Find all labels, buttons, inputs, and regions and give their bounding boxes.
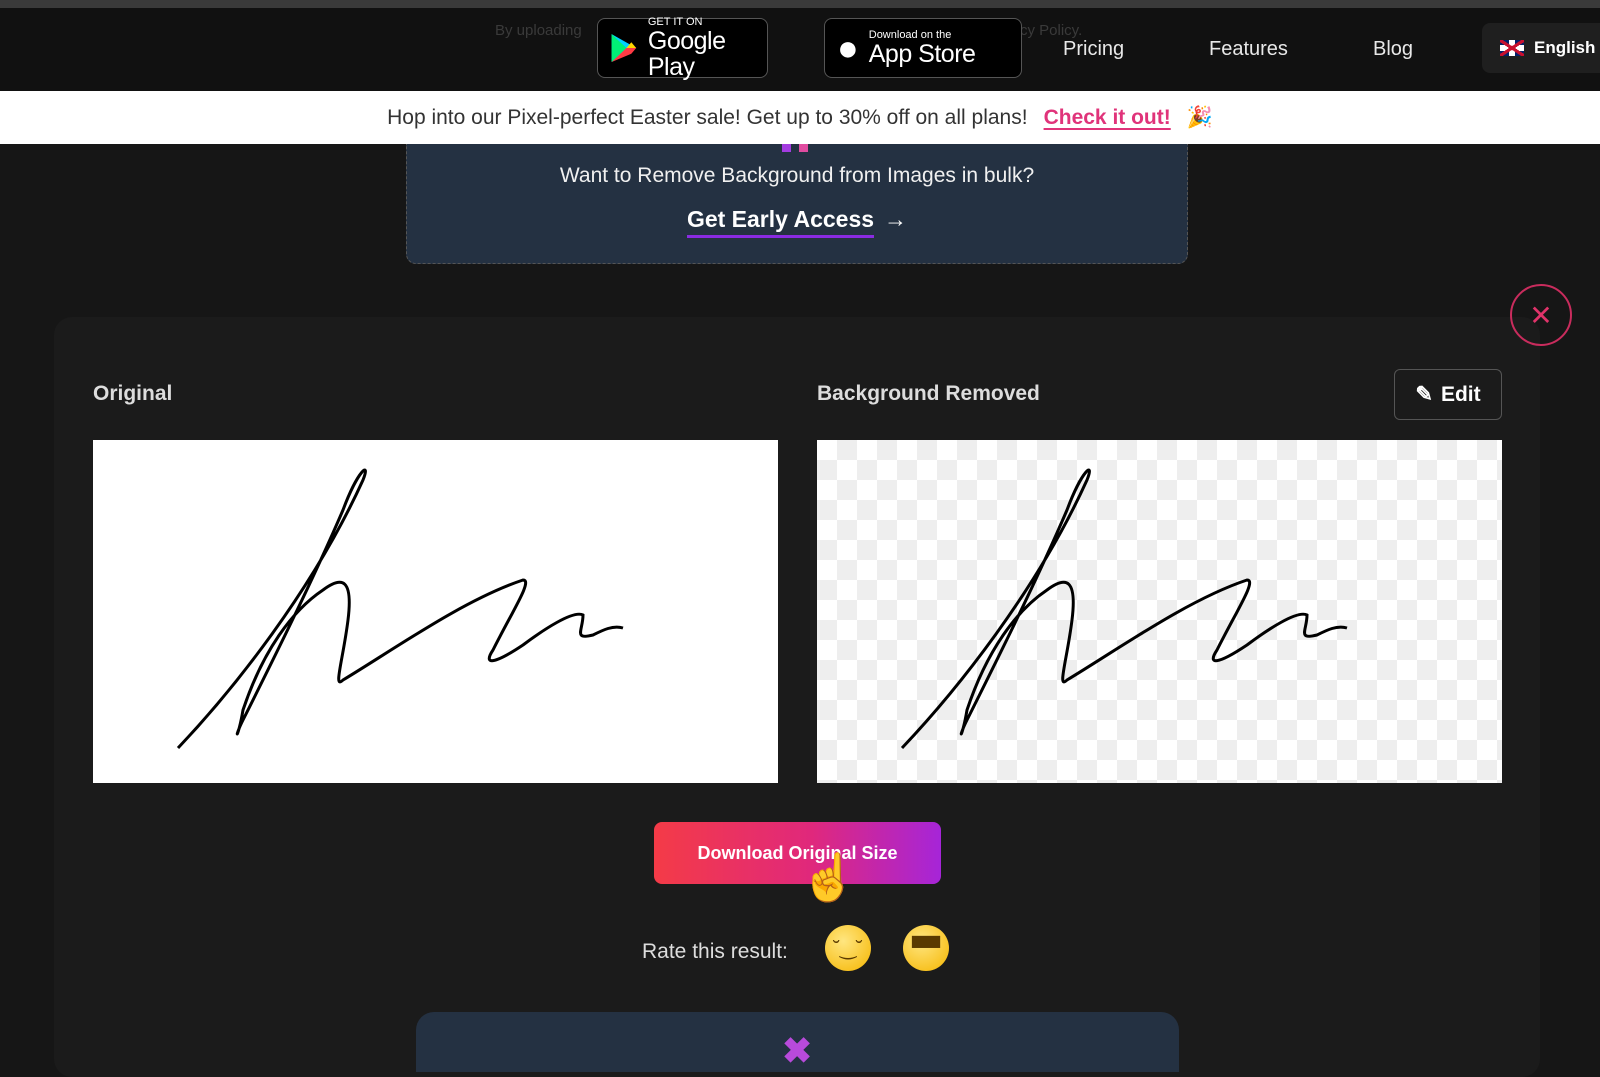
nav-pricing[interactable]: Pricing xyxy=(1063,38,1124,61)
nav-features[interactable]: Features xyxy=(1209,38,1288,61)
language-selector[interactable]: English xyxy=(1482,23,1600,73)
background-removed-image[interactable] xyxy=(817,440,1502,783)
hand-cursor-icon: ☝ xyxy=(800,851,858,903)
app-store-big: App Store xyxy=(868,40,976,68)
upload-disclaimer: By uploading xyxy=(495,22,582,39)
grinning-face-emoji-icon[interactable]: ▀▀ xyxy=(903,925,949,971)
pencil-icon: ✎ xyxy=(1415,383,1433,406)
party-icon: 🎉 xyxy=(1186,105,1213,129)
close-button[interactable]: ✕ xyxy=(1510,284,1572,346)
original-label: Original xyxy=(93,382,173,405)
background-removed-label: Background Removed xyxy=(817,382,1040,405)
language-label: English xyxy=(1534,38,1596,57)
logo-mark-icon xyxy=(782,144,808,152)
cta-label: Get Early Access xyxy=(686,206,875,238)
sleepy-face-emoji-icon[interactable]: ˘‿˘ xyxy=(825,925,871,971)
original-image xyxy=(93,440,778,783)
app-store-button[interactable]: ● Download on the App Store xyxy=(824,18,1022,78)
logo-mark-icon-bottom: ✖ xyxy=(782,1030,813,1071)
promo-question: Want to Remove Background from Images in… xyxy=(559,164,1035,187)
apple-icon: ● xyxy=(837,27,859,68)
download-original-size-button[interactable]: Download Original Size xyxy=(654,822,941,884)
nav-blog[interactable]: Blog xyxy=(1373,38,1413,61)
bulk-promo: Want to Remove Background from Images in… xyxy=(406,144,1188,264)
get-early-access-link[interactable]: Get Early Access → xyxy=(686,206,908,238)
check-it-out-link[interactable]: Check it out! xyxy=(1044,106,1171,130)
edit-button[interactable]: ✎ Edit xyxy=(1394,369,1502,420)
edit-label: Edit xyxy=(1440,382,1481,406)
banner-text: Hop into our Pixel-perfect Easter sale! … xyxy=(387,105,1028,129)
navbar xyxy=(0,8,1600,91)
arrow-right-icon: → xyxy=(884,206,908,232)
rate-label: Rate this result: xyxy=(642,940,788,963)
google-play-icon xyxy=(611,34,637,62)
sale-banner: Hop into our Pixel-perfect Easter sale! … xyxy=(0,91,1600,144)
google-play-button[interactable]: GET IT ON Google Play xyxy=(597,16,768,81)
browser-top-bar xyxy=(0,0,1600,8)
uk-flag-icon xyxy=(1500,40,1524,56)
google-play-big: Google Play xyxy=(647,27,726,81)
upload-disclaimer-end: cy Policy. xyxy=(1020,22,1083,39)
